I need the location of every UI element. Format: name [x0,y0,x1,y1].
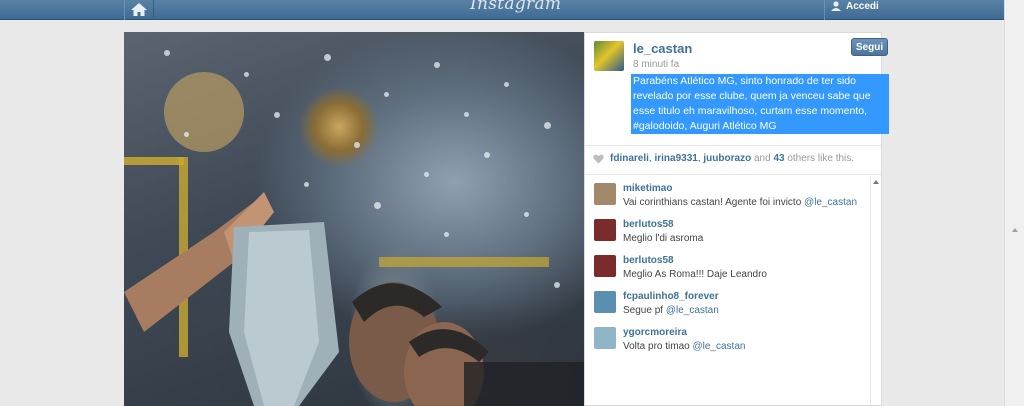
comment-text: Segue pf @le_castan [623,305,719,316]
comment-text: Meglio As Roma!!! Daje Leandro [623,269,767,280]
comment-mention[interactable]: @le_castan [804,197,857,208]
top-navigation-bar: Instagram Accedi [0,0,1004,20]
user-icon [831,1,841,11]
comment-item: ygorcmoreira Volta pro timao @le_castan [585,325,870,359]
login-button[interactable]: Accedi [824,0,892,20]
comment-item: berlutos58 Meglio l'di asroma [585,217,870,251]
scroll-up-arrow-icon[interactable] [1012,228,1018,232]
divider [585,174,881,175]
instagram-logo[interactable]: Instagram [470,0,561,14]
follow-button[interactable]: Segui [851,38,888,56]
liker-name[interactable]: irina9331 [654,153,697,164]
post-caption: Parabéns Atlético MG, sinto honrado de t… [631,74,889,134]
heart-icon[interactable] [593,154,604,164]
commenter-username[interactable]: berlutos58 [623,219,674,230]
commenter-avatar[interactable] [594,219,616,241]
comment-text: Volta pro timao @le_castan [623,341,746,352]
comment-mention[interactable]: @le_castan [693,341,746,352]
comment-item: fcpaulinho8_forever Segue pf @le_castan [585,289,870,323]
commenter-avatar[interactable] [594,291,616,313]
post-time: 8 minuti fa [633,59,680,70]
commenter-username[interactable]: miketimao [623,183,672,194]
likes-summary: fdinareli, irina9331, juuborazo and 43 o… [593,153,854,164]
commenter-username[interactable]: ygorcmoreira [623,327,687,338]
comments-scrollbar[interactable] [870,177,880,406]
divider [585,145,881,146]
comment-item: berlutos58 Meglio As Roma!!! Daje Leandr… [585,253,870,287]
trophy-celebration-image [124,72,584,406]
liker-name[interactable]: fdinareli [610,153,649,164]
commenter-username[interactable]: fcpaulinho8_forever [623,291,719,302]
comments-list: miketimao Vai corinthians castan! Agente… [585,177,881,406]
comment-text: Meglio l'di asroma [623,233,704,244]
post-details-panel: le_castan 8 minuti fa Segui Parabéns Atl… [584,32,889,406]
commenter-avatar[interactable] [594,255,616,277]
commenter-avatar[interactable] [594,183,616,205]
home-button[interactable] [124,0,154,20]
liker-name[interactable]: juuborazo [703,153,751,164]
likes-and: and [753,153,771,164]
likes-others-count[interactable]: 43 [773,153,784,164]
home-icon [131,3,147,16]
author-avatar[interactable] [594,41,624,71]
scroll-up-arrow-icon[interactable] [873,180,879,184]
post-photo [124,32,584,406]
comment-item: miketimao Vai corinthians castan! Agente… [585,181,870,215]
commenter-username[interactable]: berlutos58 [623,255,674,266]
login-label: Accedi [846,0,879,12]
comment-text: Vai corinthians castan! Agente foi invic… [623,197,858,208]
browser-scrollbar[interactable] [1004,0,1024,406]
commenter-avatar[interactable] [594,327,616,349]
likes-others-text: others like this. [787,153,855,164]
author-username[interactable]: le_castan [633,41,692,56]
comment-mention[interactable]: @le_castan [666,305,719,316]
